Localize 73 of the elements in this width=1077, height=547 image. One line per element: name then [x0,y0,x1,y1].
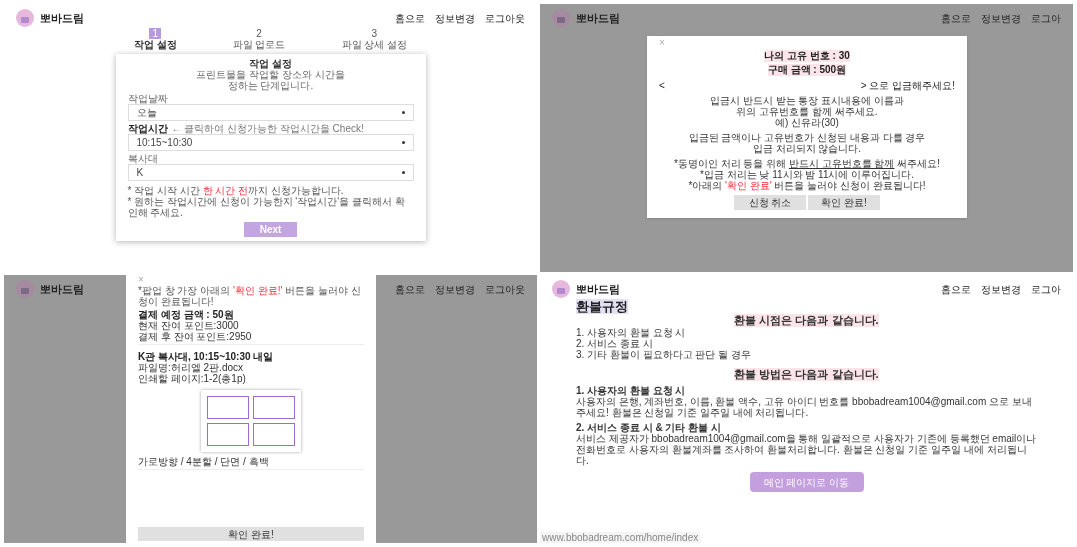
page-thumbnail [207,423,249,446]
nav-link[interactable]: 로그아 [1031,10,1061,26]
page-title: 환불규정 [576,299,628,314]
info-text: 위의 고유번호를 함께 써주세요. [735,106,879,117]
nav-link[interactable]: 정보변경 [981,281,1021,297]
status-url: www.bbobadream.com/home/index [540,532,701,543]
modal-button[interactable]: 신청 취소 [734,195,806,210]
page-thumbnail [253,396,295,419]
page-thumbnail [253,423,295,446]
method-title: 2. 서비스 종료 시 & 기타 환불 시 [576,422,722,433]
info-heading: 구매 금액 : 500원 [767,64,847,76]
job-line: 파일명:허리엘 2판.docx [138,362,245,373]
confirm-button[interactable]: 확인 완료! [138,527,364,541]
select-field[interactable]: 10:15~10:30 [127,134,414,151]
select-field[interactable]: 오늘 [127,104,414,121]
notice-text: *입금 처리는 낮 11시와 밤 11시에 이루어집니다. [698,169,916,180]
list-item: 2. 서비스 종료 시 [576,338,654,349]
field-label: 작업날짜 [127,93,168,104]
nav-link[interactable]: 홈으로 [395,281,425,297]
job-line: 인쇄할 페이지:1-2(총1p) [138,373,247,384]
step-tab[interactable]: 1 작업 설정 [133,28,177,50]
nav-link[interactable]: 정보변경 [435,281,475,297]
logo-icon [16,280,34,298]
method-title: 1. 사용자의 환불 요청 시 [576,385,687,396]
note-text: * 작업 시작 시간 한 시간 전까지 신청가능합니다. [127,185,345,196]
nav-link[interactable]: 홈으로 [941,10,971,26]
field-label: 작업시간 [127,123,168,134]
step-tab[interactable]: 3 파일 상세 설정 [341,28,408,50]
notice-text: *동명이인 처리 등을 위해 반드시 고유번호를 함께 써주세요! [673,158,941,169]
account-bracket: < [659,80,665,91]
notice-text: *아래의 '확인 완료' 버튼을 눌러야 신청이 완료됩니다! [687,180,927,191]
logo-text[interactable]: 뽀바드림 [40,280,84,298]
page-thumbnail [207,396,249,419]
print-settings: 가로방향 / 4분할 / 단면 / 흑백 [138,456,270,467]
info-text: 입금시 반드시 받는 통장 표시내용에 이름과 [710,95,904,106]
card-description: 프린트물을 작업할 장소와 시간을 [195,69,346,80]
info-heading: 나의 고유 번호 : 30 [764,50,850,62]
payment-line: 현재 잔여 포인트:3000 [138,320,240,331]
logo-icon [552,280,570,298]
payment-line: 결제 후 잔여 포인트:2950 [138,331,253,342]
info-text: 예) 신유라(30) [774,117,840,128]
logo-text[interactable]: 뽀바드림 [576,280,620,298]
logo-text[interactable]: 뽀바드림 [576,9,620,27]
deposit-instruction: > 으로 입금해주세요! [860,80,955,91]
info-text: 입금 처리되지 않습니다. [751,143,863,154]
section-heading: 환불 시점은 다음과 같습니다. [734,314,879,327]
modal-button[interactable]: 확인 완료! [808,195,880,210]
nav-link[interactable]: 홈으로 [941,281,971,297]
step-tab[interactable]: 2 파일 업로드 [232,28,286,50]
card-description: 정하는 단계입니다. [226,80,315,91]
card-title: 작업 설정 [248,58,293,69]
method-text: 서비스 제공자가 bbobadream1004@gmail.com을 통해 일괄적으로 사용자가 기존에 등록했던 email이나 전화번호로 사용자의 환불계좌를 조사하여 환불처리합니다. 환불은 신청일 기준 일주일 내에 처리됩니다. [576,433,1037,466]
note-text: * 원하는 작업시간에 신청이 가능한지 '작업시간'을 클릭해서 확인해 주세요. [127,196,406,218]
field-label: 복사대 [127,153,158,164]
list-item: 3. 기타 환불이 필요하다고 판단 될 경우 [576,349,752,360]
field-hint: ← 클릭하여 신청가능한 작업시간을 Check! [171,123,364,134]
logo-icon [552,9,570,27]
payment-title: 결제 예정 금액 : 50원 [138,309,235,320]
list-item: 1. 사용자의 환불 요청 시 [576,327,687,338]
info-text: 입금된 금액이나 고유번호가 신청된 내용과 다를 경우 [688,132,926,143]
job-title: K관 복사대, 10:15~10:30 내일 [138,351,275,362]
select-field[interactable]: K [127,164,414,181]
nav-link[interactable]: 로그아웃 [485,281,525,297]
notice-text: *팝업 창 가장 아래의 '확인 완료!' 버튼을 눌러야 신청이 완료됩니다! [138,285,362,307]
nav-link[interactable]: 로그아웃 [485,10,525,26]
section-heading: 환불 방법은 다음과 같습니다. [734,368,879,381]
nav-link[interactable]: 로그아 [1031,281,1061,297]
method-text: 사용자의 은행, 계좌번호, 이름, 환불 액수, 고유 아이디 번호를 bbobadream1004@gmail.com 으로 보내주세요! 환불은 신청일 기준 일주일 내에 처리됩니다. [576,396,1033,418]
nav-link[interactable]: 정보변경 [435,10,475,26]
nav-link[interactable]: 정보변경 [981,10,1021,26]
nav-link[interactable]: 홈으로 [395,10,425,26]
logo-icon [16,9,34,27]
logo-text[interactable]: 뽀바드림 [40,9,84,27]
